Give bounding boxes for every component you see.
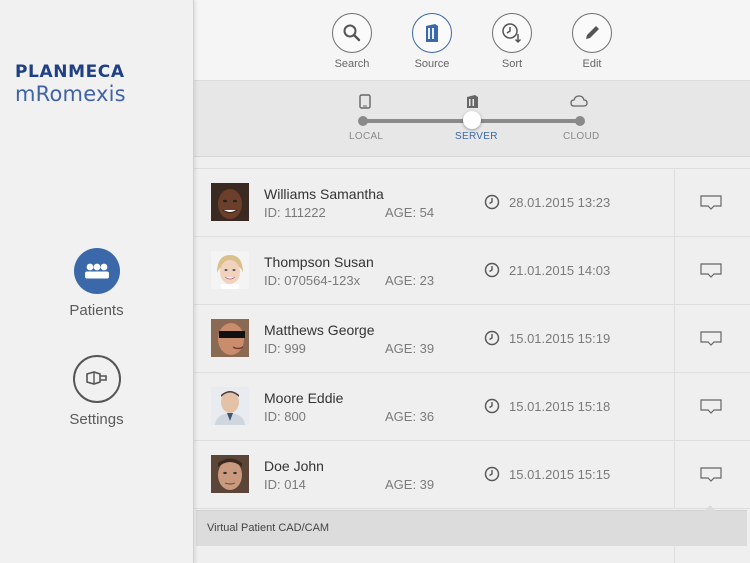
- sort-button[interactable]: Sort: [482, 13, 542, 70]
- comment-icon[interactable]: [700, 467, 722, 483]
- patient-date: 15.01.2015 15:19: [509, 331, 611, 346]
- patient-id: ID: 014: [264, 477, 306, 492]
- settings-icon: [72, 355, 121, 403]
- patient-id: ID: 111222: [264, 205, 326, 220]
- source-slider-knob[interactable]: [463, 111, 481, 129]
- patient-id: ID: 999: [264, 341, 306, 356]
- nav-settings[interactable]: Settings: [0, 355, 193, 428]
- search-label: Search: [334, 58, 370, 70]
- comment-tooltip[interactable]: Virtual Patient CAD/CAM: [196, 505, 747, 546]
- brand-logo-planmeca: PLANMECA: [15, 62, 125, 82]
- nav-settings-label: Settings: [69, 411, 124, 428]
- source-option-server[interactable]: SERVER: [455, 131, 498, 142]
- server-small-icon: [467, 95, 478, 108]
- patient-name: Thompson Susan: [264, 254, 374, 270]
- patient-photo: [211, 319, 249, 357]
- patient-name: Moore Eddie: [264, 390, 344, 406]
- source-option-local[interactable]: LOCAL: [349, 131, 383, 142]
- brand-logo-mromexis: mRomexis: [15, 82, 126, 106]
- patient-name: Williams Samantha: [264, 186, 384, 202]
- patient-name: Doe John: [264, 458, 324, 474]
- patient-photo: [211, 251, 249, 289]
- cloud-icon: [570, 95, 588, 107]
- clock-icon: [484, 466, 500, 482]
- patient-age: AGE: 54: [385, 205, 435, 220]
- source-option-cloud[interactable]: CLOUD: [563, 131, 600, 142]
- patient-row[interactable]: Matthews George ID: 999 AGE: 39 15.01.20…: [194, 305, 750, 373]
- patient-date: 15.01.2015 15:15: [509, 467, 611, 482]
- clock-sort-icon: [492, 13, 532, 53]
- edit-button[interactable]: Edit: [562, 13, 622, 70]
- search-button[interactable]: Search: [322, 13, 382, 70]
- patient-age: AGE: 39: [385, 341, 435, 356]
- comment-icon[interactable]: [700, 331, 722, 347]
- patient-row-partial[interactable]: [194, 546, 750, 563]
- source-stop-cloud[interactable]: [575, 116, 585, 126]
- patient-age: AGE: 36: [385, 409, 435, 424]
- patient-id: ID: 800: [264, 409, 306, 424]
- comment-icon[interactable]: [700, 263, 722, 279]
- clock-icon: [484, 398, 500, 414]
- source-label: Source: [414, 58, 450, 70]
- pencil-icon: [572, 13, 612, 53]
- patient-row[interactable]: Thompson Susan ID: 070564-123x AGE: 23 2…: [194, 237, 750, 305]
- patient-date: 15.01.2015 15:18: [509, 399, 611, 414]
- patient-age: AGE: 39: [385, 477, 435, 492]
- clock-icon: [484, 194, 500, 210]
- patient-row[interactable]: Williams Samantha ID: 111222 AGE: 54 28.…: [194, 169, 750, 237]
- source-selector: LOCAL SERVER CLOUD: [194, 81, 750, 157]
- nav-patients-label: Patients: [69, 302, 124, 319]
- patient-date: 28.01.2015 13:23: [509, 195, 611, 210]
- source-button[interactable]: Source: [402, 13, 462, 70]
- patients-icon: [73, 248, 120, 294]
- patient-photo: [211, 183, 249, 221]
- patient-photo: [211, 387, 249, 425]
- sidebar: PLANMECA mRomexis Patients Settings: [0, 0, 194, 563]
- patient-list: Williams Samantha ID: 111222 AGE: 54 28.…: [194, 157, 750, 563]
- search-icon: [332, 13, 372, 53]
- patient-row[interactable]: Doe John ID: 014 AGE: 39 15.01.2015 15:1…: [194, 441, 750, 509]
- patient-age: AGE: 23: [385, 273, 435, 288]
- tooltip-text: Virtual Patient CAD/CAM: [207, 522, 330, 534]
- server-icon: [412, 13, 452, 53]
- local-device-icon: [359, 94, 371, 109]
- clock-icon: [484, 262, 500, 278]
- nav-patients[interactable]: Patients: [0, 248, 193, 319]
- patient-date: 21.01.2015 14:03: [509, 263, 611, 278]
- comment-icon[interactable]: [700, 399, 722, 415]
- patient-id: ID: 070564-123x: [264, 273, 361, 288]
- comment-icon[interactable]: [700, 195, 722, 211]
- clock-icon: [484, 330, 500, 346]
- patient-name: Matthews George: [264, 322, 375, 338]
- edit-label: Edit: [582, 58, 602, 70]
- patient-photo: [211, 455, 249, 493]
- toolbar: Search Source Sort Edit: [194, 0, 750, 81]
- patient-row[interactable]: Moore Eddie ID: 800 AGE: 36 15.01.2015 1…: [194, 373, 750, 441]
- sort-label: Sort: [501, 58, 523, 70]
- source-stop-local[interactable]: [358, 116, 368, 126]
